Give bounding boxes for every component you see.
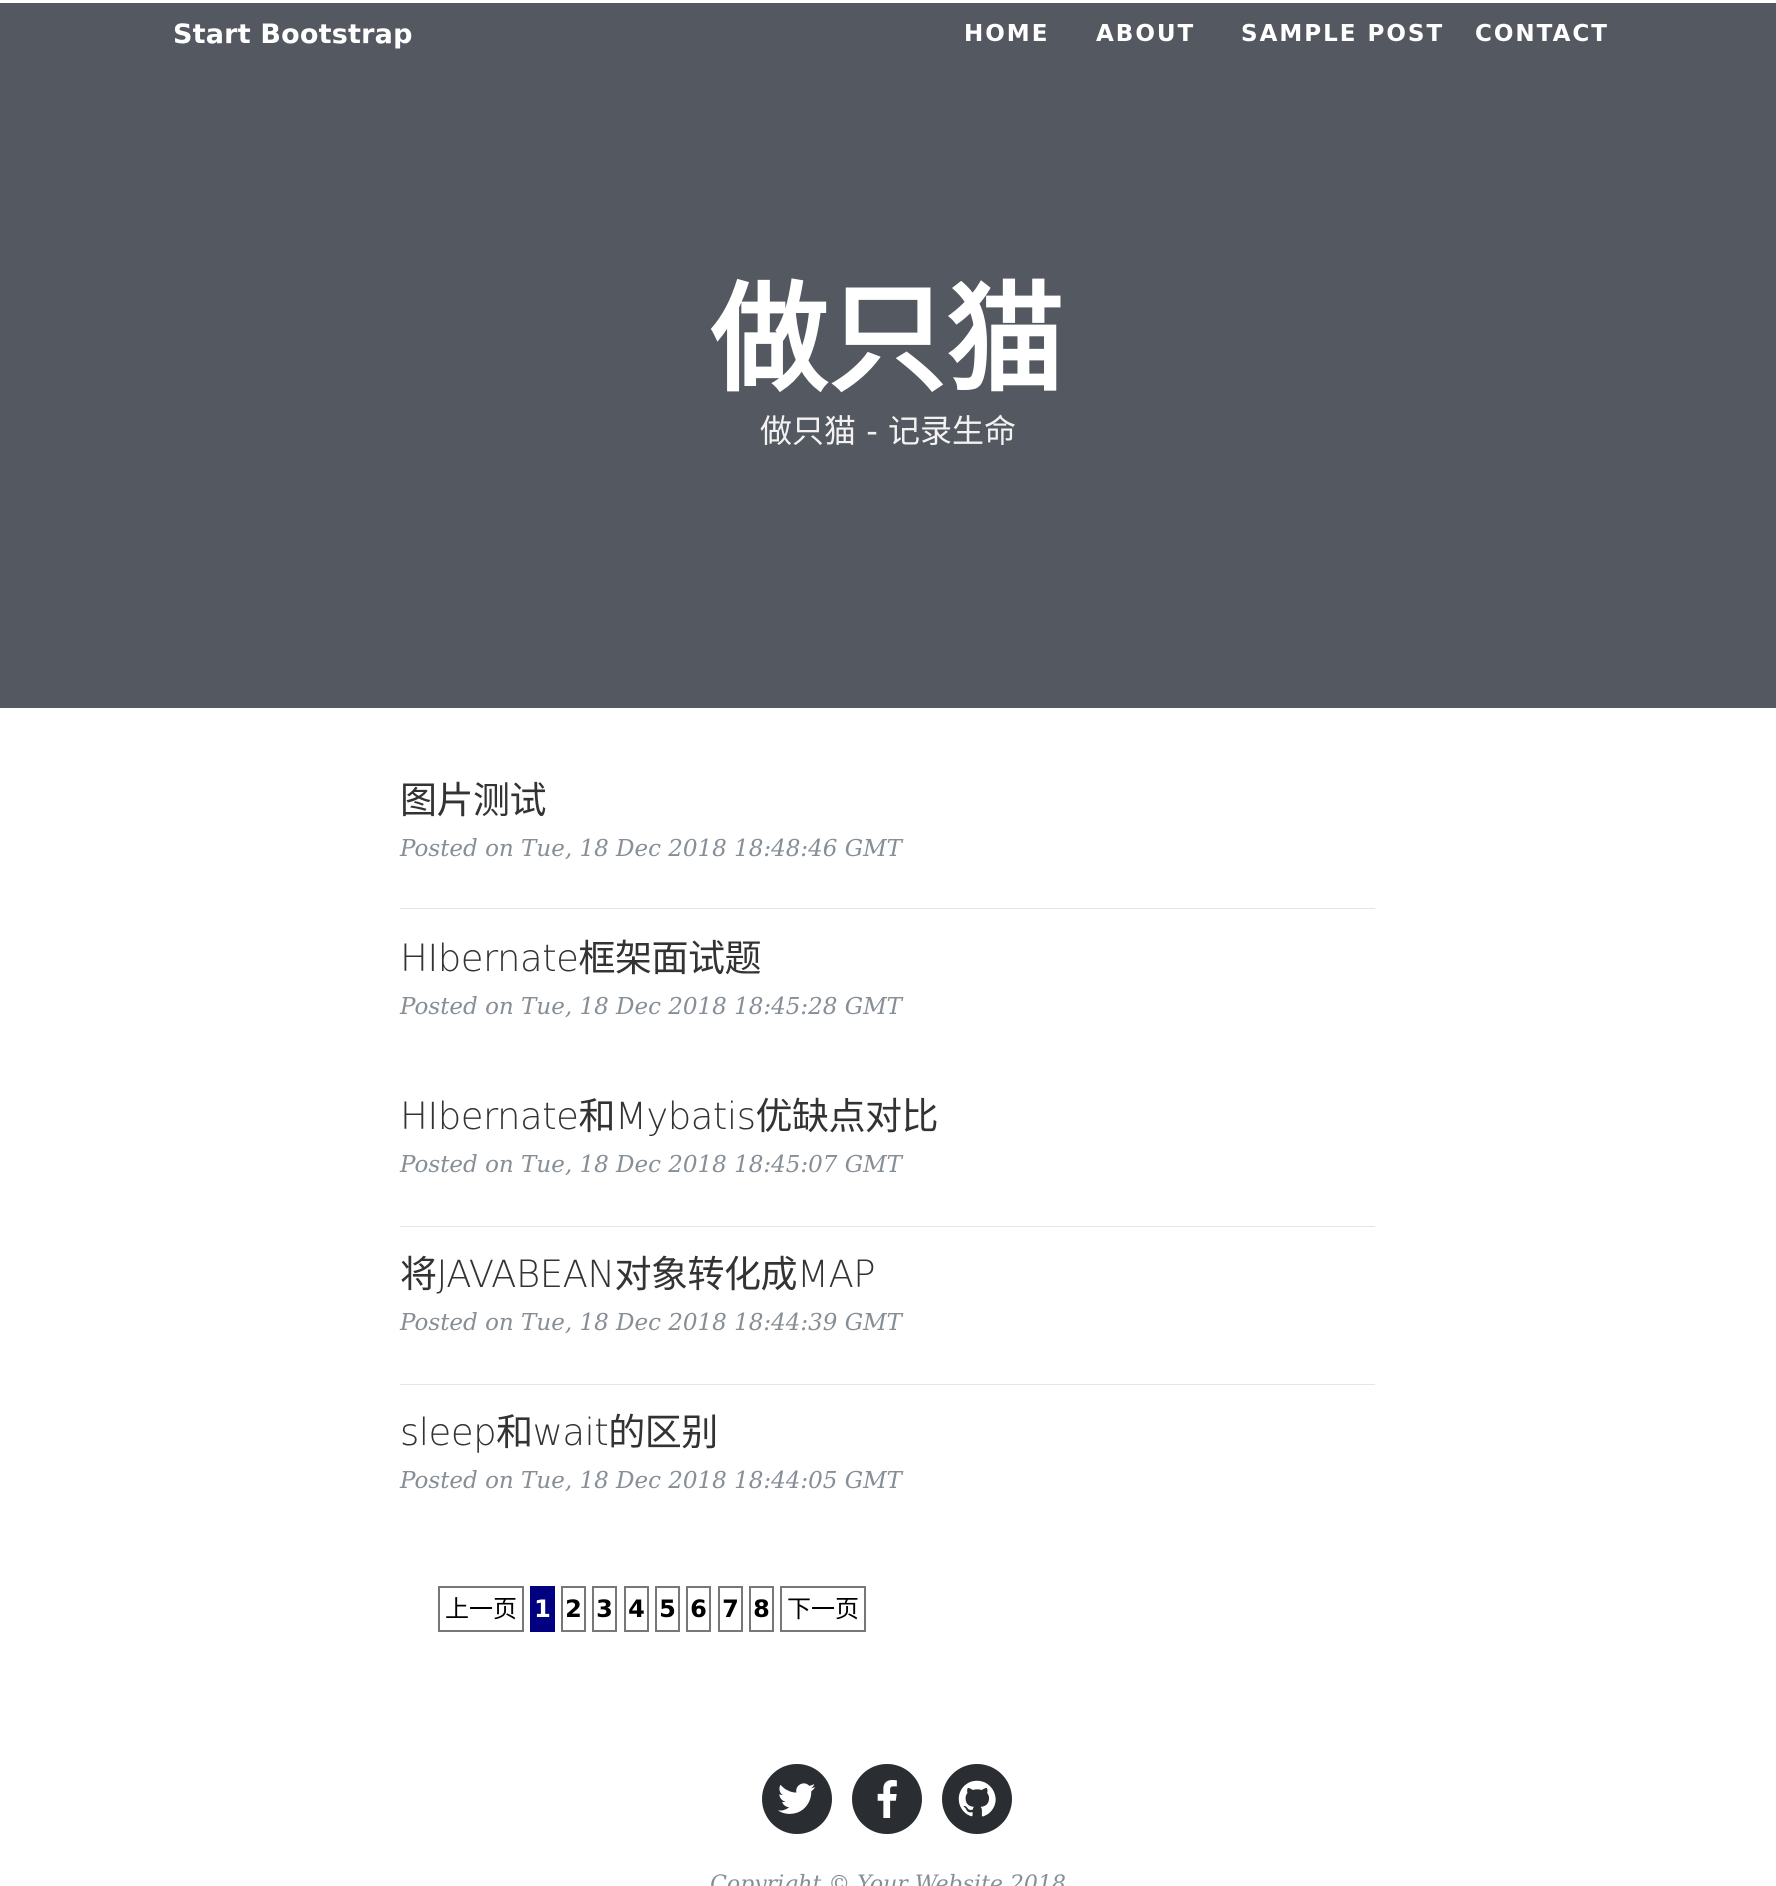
prev-page-button[interactable]: 上一页 xyxy=(438,1586,524,1632)
post-preview[interactable]: HIbernate框架面试题 Posted on Tue, 18 Dec 201… xyxy=(400,928,1375,1020)
page-button-3[interactable]: 3 xyxy=(592,1586,617,1632)
post-divider xyxy=(400,1384,1375,1385)
copyright-text: Copyright © Your Website 2018 xyxy=(710,1872,1066,1886)
post-divider xyxy=(400,1226,1375,1227)
post-preview[interactable]: sleep和wait的区别 Posted on Tue, 18 Dec 2018… xyxy=(400,1402,1375,1494)
nav-contact[interactable]: CONTACT xyxy=(1475,21,1609,47)
page-button-1[interactable]: 1 xyxy=(530,1586,555,1632)
twitter-icon xyxy=(778,1783,816,1814)
site-heading: 做只猫 做只猫 - 记录生命 xyxy=(0,271,1776,453)
site-subtitle: 做只猫 - 记录生命 xyxy=(760,412,1016,450)
post-title[interactable]: sleep和wait的区别 xyxy=(400,1402,1375,1456)
post-title[interactable]: 图片测试 xyxy=(400,770,1375,824)
post-meta: Posted on Tue, 18 Dec 2018 18:44:39 GMT xyxy=(400,1310,902,1336)
post-preview[interactable]: HIbernate和Mybatis优缺点对比 Posted on Tue, 18… xyxy=(400,1086,1375,1178)
post-preview[interactable]: 将JAVABEAN对象转化成MAP Posted on Tue, 18 Dec … xyxy=(400,1244,1375,1336)
page-button-6[interactable]: 6 xyxy=(686,1586,711,1632)
page-button-8[interactable]: 8 xyxy=(749,1586,774,1632)
nav-home[interactable]: HOME xyxy=(964,21,1049,47)
post-preview[interactable]: 图片测试 Posted on Tue, 18 Dec 2018 18:48:46… xyxy=(400,770,1375,862)
page-button-5[interactable]: 5 xyxy=(655,1586,680,1632)
twitter-link[interactable] xyxy=(762,1764,832,1834)
nav-about[interactable]: ABOUT xyxy=(1096,21,1195,47)
post-divider xyxy=(400,908,1375,909)
facebook-link[interactable] xyxy=(852,1764,922,1834)
github-link[interactable] xyxy=(942,1764,1012,1834)
page-button-4[interactable]: 4 xyxy=(624,1586,649,1632)
site-title: 做只猫 xyxy=(710,270,1065,408)
post-title[interactable]: HIbernate和Mybatis优缺点对比 xyxy=(400,1086,1375,1140)
nav-sample-post[interactable]: SAMPLE POST xyxy=(1241,21,1444,47)
post-meta: Posted on Tue, 18 Dec 2018 18:48:46 GMT xyxy=(400,836,902,862)
page-button-7[interactable]: 7 xyxy=(718,1586,743,1632)
post-meta: Posted on Tue, 18 Dec 2018 18:45:28 GMT xyxy=(400,994,902,1020)
page-button-2[interactable]: 2 xyxy=(561,1586,586,1632)
github-icon xyxy=(958,1780,996,1817)
post-title[interactable]: HIbernate框架面试题 xyxy=(400,928,1375,982)
facebook-icon xyxy=(877,1780,897,1818)
post-title[interactable]: 将JAVABEAN对象转化成MAP xyxy=(400,1244,1375,1298)
post-meta: Posted on Tue, 18 Dec 2018 18:44:05 GMT xyxy=(400,1468,902,1494)
next-page-button[interactable]: 下一页 xyxy=(780,1586,866,1632)
post-meta: Posted on Tue, 18 Dec 2018 18:45:07 GMT xyxy=(400,1152,902,1178)
masthead: Start Bootstrap HOME ABOUT SAMPLE POST C… xyxy=(0,0,1776,708)
main-nav: HOME ABOUT SAMPLE POST CONTACT xyxy=(0,21,1776,55)
social-links xyxy=(0,1764,1776,1834)
